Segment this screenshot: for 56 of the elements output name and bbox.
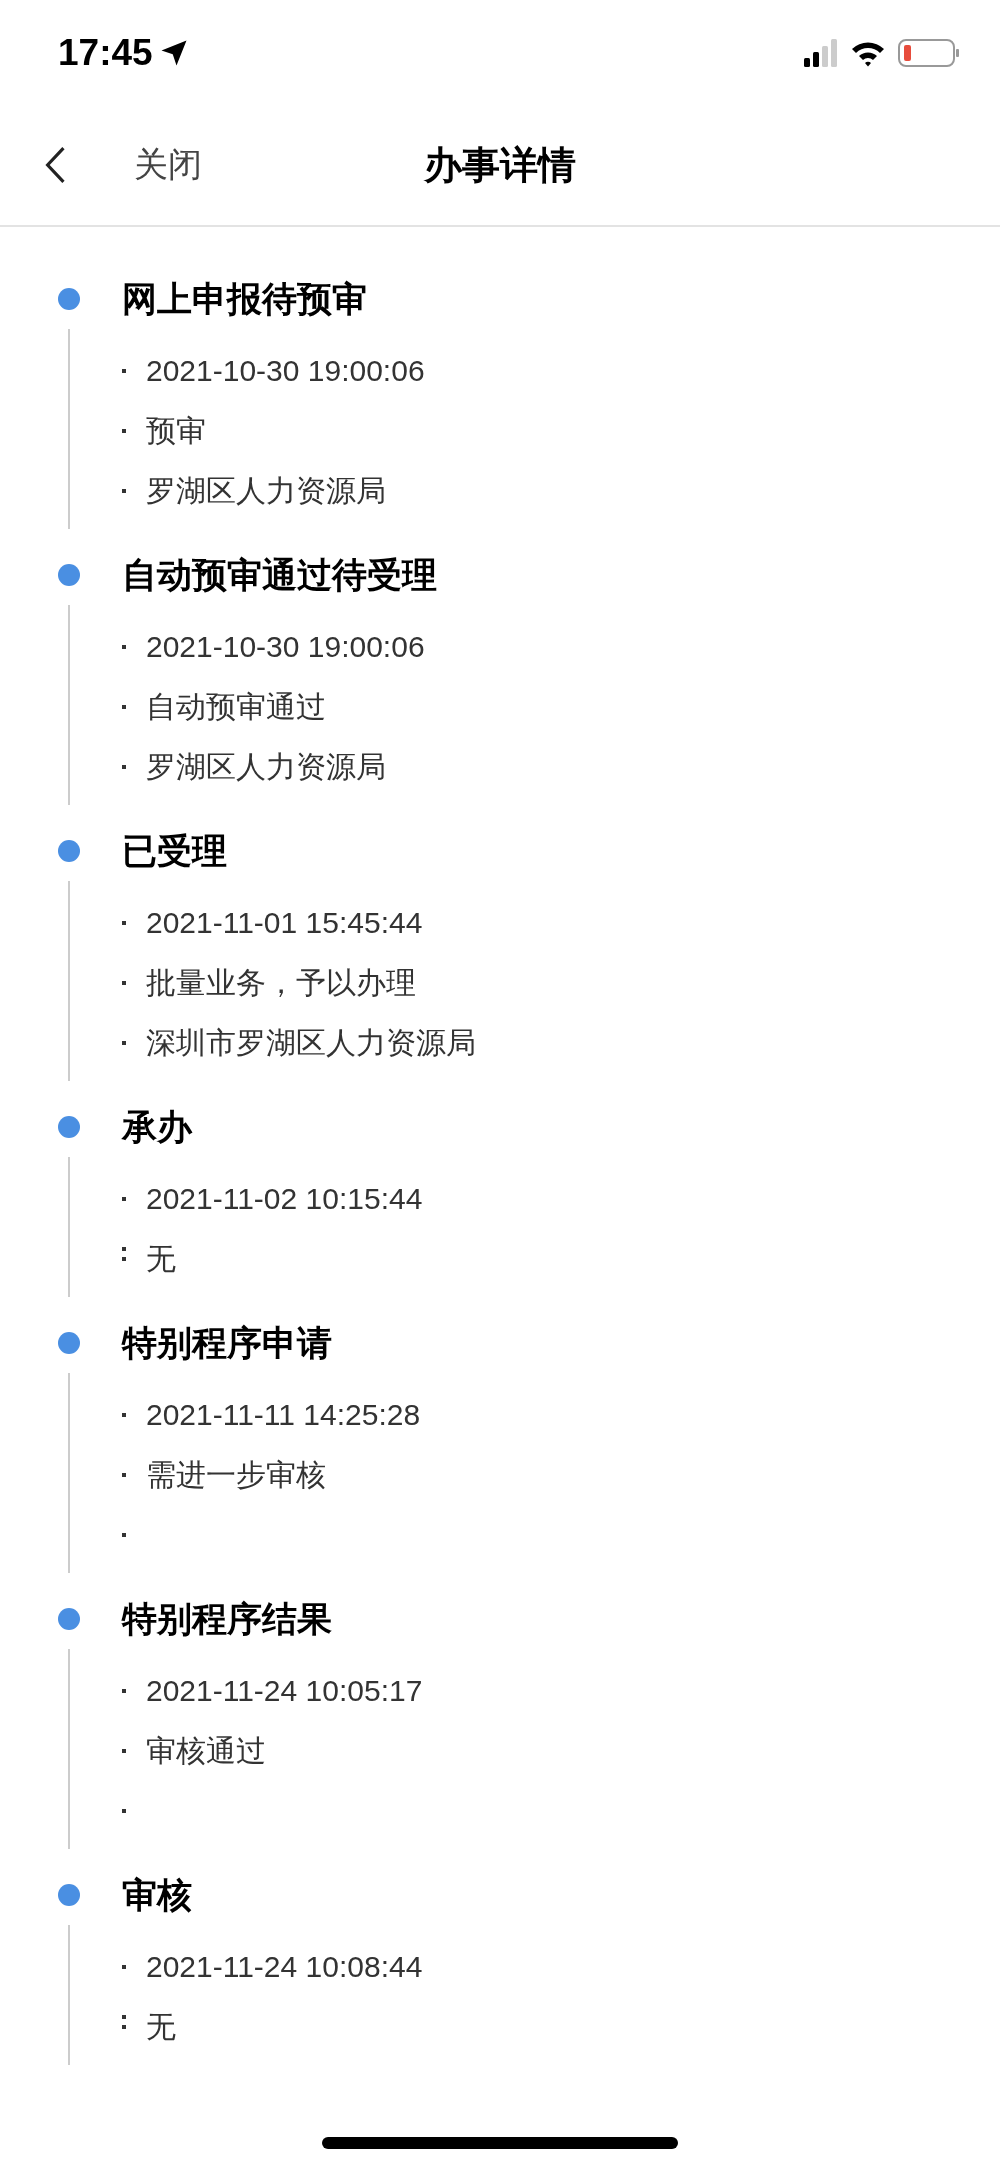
bullet-icon: [122, 429, 126, 433]
step-title: 审核: [122, 1873, 192, 1917]
bullet-icon: [122, 1041, 126, 1045]
step-detail: 2021-11-02 10:15:44: [146, 1182, 423, 1216]
bullet-icon: [122, 369, 126, 373]
timeline-dot-icon: [58, 564, 80, 586]
back-icon[interactable]: [44, 146, 66, 184]
timeline-dot-icon: [58, 1608, 80, 1630]
bullet-icon: [122, 1413, 126, 1417]
bullet-icon: [122, 981, 126, 985]
step-detail: 罗湖区人力资源局: [146, 472, 386, 509]
step-detail: 需进一步审核: [146, 1456, 326, 1493]
close-link[interactable]: 关闭: [134, 142, 202, 188]
step-title: 网上申报待预审: [122, 277, 367, 321]
step-detail: 无: [146, 1240, 176, 1277]
step-detail: 2021-10-30 19:00:06: [146, 630, 425, 664]
bullet-icon: [122, 921, 126, 925]
step-title: 承办: [122, 1105, 192, 1149]
bullet-icon: [122, 1473, 126, 1477]
timeline-dot-icon: [58, 840, 80, 862]
step-title: 特别程序结果: [122, 1597, 332, 1641]
bullet-icon: [122, 1689, 126, 1693]
page-title: 办事详情: [424, 141, 576, 189]
step-detail: 罗湖区人力资源局: [146, 748, 386, 785]
bullet-icon: [122, 1809, 126, 1813]
step-detail: 深圳市罗湖区人力资源局: [146, 1024, 476, 1061]
step-detail: 审核通过: [146, 1732, 266, 1769]
timeline-dot-icon: [58, 1332, 80, 1354]
timeline-dot-icon: [58, 288, 80, 310]
signal-icon: [804, 38, 838, 67]
step-detail: 批量业务，予以办理: [146, 964, 416, 1001]
step-title: 特别程序申请: [122, 1321, 332, 1365]
colon-icon: [122, 2015, 126, 2029]
step-detail: 2021-11-24 10:05:17: [146, 1674, 423, 1708]
timeline-dot-icon: [58, 1116, 80, 1138]
bullet-icon: [122, 489, 126, 493]
timeline-dot-icon: [58, 1884, 80, 1906]
colon-icon: [122, 1247, 126, 1261]
status-time: 17:45: [58, 31, 153, 74]
bullet-icon: [122, 705, 126, 709]
step-detail: 无: [146, 2008, 176, 2045]
bullet-icon: [122, 1965, 126, 1969]
bullet-icon: [122, 765, 126, 769]
step-title: 已受理: [122, 829, 227, 873]
step-detail: 2021-10-30 19:00:06: [146, 354, 425, 388]
step-title: 自动预审通过待受理: [122, 553, 437, 597]
step-detail: 2021-11-11 14:25:28: [146, 1398, 421, 1432]
step-detail: 2021-11-24 10:08:44: [146, 1950, 423, 1984]
step-detail: 预审: [146, 412, 206, 449]
step-detail: 自动预审通过: [146, 688, 326, 725]
bullet-icon: [122, 1749, 126, 1753]
bullet-icon: [122, 645, 126, 649]
bullet-icon: [122, 1533, 126, 1537]
step-detail: 2021-11-01 15:45:44: [146, 906, 423, 940]
battery-icon: [898, 37, 960, 68]
bullet-icon: [122, 1197, 126, 1201]
